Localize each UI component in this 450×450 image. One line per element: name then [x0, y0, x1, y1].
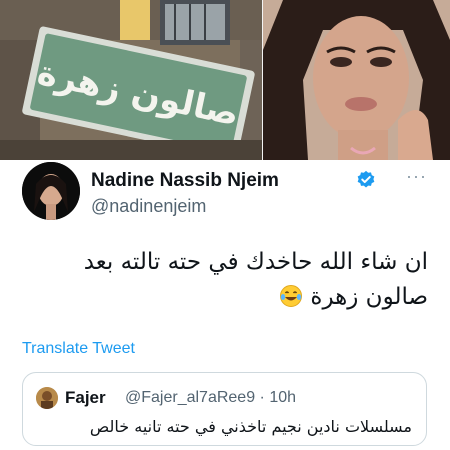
- quoted-tweet-card[interactable]: Fajer @Fajer_al7aRee9 · 10h مسلسلات نادي…: [22, 372, 427, 446]
- author-name[interactable]: Nadine Nassib Njeim: [91, 170, 279, 192]
- quoted-author-handle-time: @Fajer_al7aRee9 · 10h: [125, 389, 297, 406]
- header-image-strip: صالون زهرة: [0, 0, 450, 160]
- translate-tweet-link[interactable]: Translate Tweet: [22, 340, 135, 358]
- laughing-tears-emoji-icon: [279, 284, 303, 308]
- quoted-tweet-text: مسلسلات نادين نجيم تاخذني في حته تانيه خ…: [89, 417, 412, 436]
- portrait-photo: [263, 0, 450, 160]
- tweet-text: ان شاء الله حاخدك في حته تالته بعد صالون…: [20, 245, 428, 315]
- salon-sign-photo: صالون زهرة: [0, 0, 263, 160]
- more-icon[interactable]: ···: [406, 167, 430, 186]
- author-avatar[interactable]: [22, 162, 80, 220]
- verified-badge-icon: [356, 170, 376, 190]
- quoted-author-avatar: [36, 387, 58, 409]
- author-handle[interactable]: @nadinenjeim: [91, 196, 206, 217]
- quoted-author-name: Fajer: [65, 388, 106, 407]
- tweet-text-content: ان شاء الله حاخدك في حته تالته بعد صالون…: [83, 249, 428, 310]
